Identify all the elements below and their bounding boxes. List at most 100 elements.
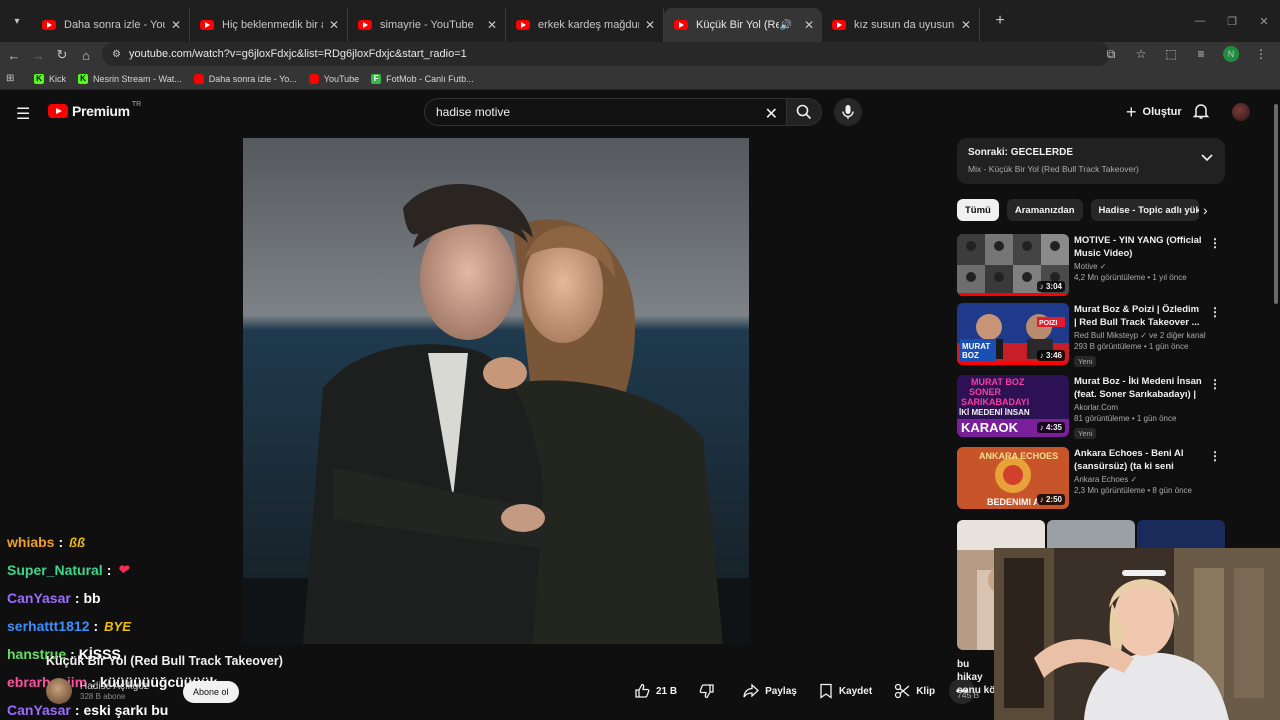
kick-icon: K bbox=[78, 73, 89, 84]
video-thumbnail[interactable]: MURAT BOZ SONER SARIKABADAYI İKİ MEDENİ … bbox=[957, 375, 1069, 437]
forward-icon[interactable]: → bbox=[26, 48, 50, 63]
tab-title: Hiç beklenmedik bir anda gele bbox=[222, 19, 323, 31]
recommended-video[interactable]: ♪ 3:04 MOTIVE - YIN YANG (Official Music… bbox=[957, 234, 1225, 298]
playlist-up-next[interactable]: Sonraki: GECELERDE Mix - Küçük Bir Yol (… bbox=[957, 138, 1225, 184]
video-thumbnail[interactable]: ♪ 3:04 bbox=[957, 234, 1069, 296]
close-tab-icon[interactable]: ✕ bbox=[961, 18, 971, 32]
create-button[interactable]: + Oluştur bbox=[1116, 98, 1192, 126]
bookmark-label: Nesrin Stream - Wat... bbox=[93, 73, 182, 84]
new-tab-button[interactable]: + bbox=[986, 12, 1014, 30]
site-info-icon[interactable]: ⚙ bbox=[112, 49, 121, 60]
chevron-down-icon[interactable] bbox=[1201, 154, 1213, 162]
bookmark-icon bbox=[820, 683, 832, 699]
kick-icon: K bbox=[34, 73, 44, 84]
media-control-icon[interactable]: ≡ bbox=[1186, 47, 1216, 61]
scrollbar-thumb[interactable] bbox=[1274, 104, 1278, 304]
extensions-icon[interactable]: ⬚ bbox=[1156, 47, 1186, 61]
chip-all[interactable]: Tümü bbox=[957, 199, 999, 221]
channel-name[interactable]: Red Bull Miksteyp ✓ ve 2 diğer kanal bbox=[1074, 331, 1206, 340]
browser-tab[interactable]: Hiç beklenmedik bir anda gele ✕ bbox=[190, 8, 348, 42]
close-tab-icon[interactable]: ✕ bbox=[171, 18, 181, 32]
close-tab-icon[interactable]: ✕ bbox=[329, 18, 339, 32]
video-menu-icon[interactable]: ⋮ bbox=[1209, 449, 1221, 463]
clip-button[interactable]: Klip bbox=[886, 678, 943, 704]
bookmark-item[interactable]: YouTube bbox=[308, 73, 359, 84]
dislike-button[interactable] bbox=[691, 678, 729, 704]
close-tab-icon[interactable]: ✕ bbox=[804, 18, 814, 32]
browser-tab-active[interactable]: Küçük Bir Yol (Red Bull Track🔊 ✕ bbox=[664, 8, 822, 42]
url-field[interactable]: ⚙ youtube.com/watch?v=g6jloxFdxjc&list=R… bbox=[102, 42, 1110, 66]
video-frame-image bbox=[243, 138, 749, 644]
youtube-premium-logo[interactable]: Premium TR bbox=[48, 101, 141, 119]
bookmark-item[interactable]: K Kick bbox=[34, 73, 66, 84]
video-player[interactable] bbox=[243, 138, 749, 644]
close-window-icon[interactable]: ✕ bbox=[1248, 15, 1280, 28]
apps-grid-icon[interactable]: ⊞ bbox=[6, 73, 20, 84]
video-menu-icon[interactable]: ⋮ bbox=[1209, 377, 1221, 391]
tab-search-icon[interactable]: ▾ bbox=[8, 12, 26, 30]
toolbar-actions: ⧉ ☆ ⬚ ≡ N ⋮ bbox=[1096, 42, 1276, 66]
video-meta: 81 görüntüleme • 1 gün önce bbox=[1074, 414, 1177, 423]
account-avatar[interactable] bbox=[1232, 103, 1250, 121]
video-title: Küçük Bir Yol (Red Bull Track Takeover) bbox=[46, 654, 283, 668]
video-title[interactable]: Murat Boz & Poizi | Özledim | Red Bull T… bbox=[1074, 303, 1204, 329]
bookmark-star-icon[interactable]: ☆ bbox=[1126, 47, 1156, 61]
back-icon[interactable]: ← bbox=[2, 48, 26, 63]
minimize-icon[interactable]: — bbox=[1184, 15, 1216, 27]
youtube-icon bbox=[42, 20, 56, 30]
webcam-overlay bbox=[994, 548, 1280, 720]
voice-search-button[interactable] bbox=[834, 98, 862, 126]
recommended-video[interactable]: MURAT BOZ POIZI ♪ 3:46 Murat Boz & Poizi… bbox=[957, 303, 1225, 367]
recommended-video[interactable]: MURAT BOZ SONER SARIKABADAYI İKİ MEDENİ … bbox=[957, 375, 1225, 439]
chevron-right-icon[interactable]: › bbox=[1203, 202, 1208, 218]
share-button[interactable]: Paylaş bbox=[735, 678, 805, 704]
save-button[interactable]: Kaydet bbox=[811, 678, 880, 704]
clear-search-icon[interactable]: ✕ bbox=[765, 104, 778, 124]
duration-badge: ♪ 3:04 bbox=[1036, 281, 1065, 292]
channel-name[interactable]: Akorlar.Com bbox=[1074, 403, 1204, 412]
logo-text: Premium bbox=[72, 103, 130, 119]
browser-menu-icon[interactable]: ⋮ bbox=[1246, 47, 1276, 61]
create-label: Oluştur bbox=[1142, 106, 1182, 118]
close-tab-icon[interactable]: ✕ bbox=[487, 18, 497, 32]
video-thumbnail[interactable]: ANKARA ECHOES BEDENIMI A ♪ 2:50 bbox=[957, 447, 1069, 509]
like-button[interactable]: 21 B bbox=[626, 678, 685, 704]
browser-tab[interactable]: kız susun da uyusun #bayram ✕ bbox=[822, 8, 980, 42]
search-input[interactable]: hadise motive ✕ bbox=[424, 98, 788, 126]
bookmark-item[interactable]: Daha sonra izle - Yo... bbox=[193, 73, 297, 84]
restore-icon[interactable]: ❐ bbox=[1216, 15, 1248, 28]
bookmarks-bar: ⊞ K Kick K Nesrin Stream - Wat... Daha son… bbox=[0, 68, 1280, 90]
video-title[interactable]: Ankara Echoes - Beni Al (sansürsüz) (ta … bbox=[1074, 447, 1204, 473]
chat-message: CanYasar: bb bbox=[7, 590, 101, 606]
video-menu-icon[interactable]: ⋮ bbox=[1209, 236, 1221, 250]
video-title[interactable]: MOTIVE - YIN YANG (Official Music Video) bbox=[1074, 234, 1204, 260]
video-title[interactable]: Murat Boz - İki Medeni İnsan (feat. Sone… bbox=[1074, 375, 1204, 401]
install-app-icon[interactable]: ⧉ bbox=[1096, 47, 1126, 62]
chip-from-search[interactable]: Aramanızdan bbox=[1006, 199, 1083, 221]
channel-avatar[interactable] bbox=[46, 678, 72, 704]
chip-topic-uploads[interactable]: Hadise - Topic adlı yükle bbox=[1090, 199, 1199, 221]
guide-menu-icon[interactable]: ☰ bbox=[16, 104, 30, 124]
svg-text:BOZ: BOZ bbox=[962, 351, 979, 360]
speaker-icon[interactable]: 🔊 bbox=[779, 20, 791, 31]
channel-name[interactable]: Motive ✓ bbox=[1074, 262, 1204, 271]
webcam-image bbox=[994, 548, 1280, 720]
subscribe-button[interactable]: Abone ol bbox=[183, 681, 239, 703]
video-menu-icon[interactable]: ⋮ bbox=[1209, 305, 1221, 319]
search-button[interactable] bbox=[786, 98, 822, 126]
reload-icon[interactable]: ↻ bbox=[50, 47, 74, 63]
bookmark-item[interactable]: F FotMob - Canlı Futb... bbox=[371, 73, 474, 84]
bookmark-item[interactable]: K Nesrin Stream - Wat... bbox=[78, 73, 182, 84]
profile-avatar[interactable]: N bbox=[1223, 46, 1239, 62]
channel-name[interactable]: Ankara Echoes ✓ bbox=[1074, 475, 1204, 484]
notifications-icon[interactable] bbox=[1192, 102, 1210, 120]
home-icon[interactable]: ⌂ bbox=[74, 48, 98, 63]
browser-tab[interactable]: Daha sonra izle - YouTube ✕ bbox=[32, 8, 190, 42]
browser-tab[interactable]: simayrie - YouTube ✕ bbox=[348, 8, 506, 42]
share-label: Paylaş bbox=[765, 685, 797, 697]
channel-name[interactable]: Hadise Açıkgöz bbox=[80, 681, 149, 692]
recommended-video[interactable]: ANKARA ECHOES BEDENIMI A ♪ 2:50 Ankara E… bbox=[957, 447, 1225, 511]
video-thumbnail[interactable]: MURAT BOZ POIZI ♪ 3:46 bbox=[957, 303, 1069, 365]
browser-tab[interactable]: erkek kardeş mağdurları kişisel ✕ bbox=[506, 8, 664, 42]
close-tab-icon[interactable]: ✕ bbox=[645, 18, 655, 32]
